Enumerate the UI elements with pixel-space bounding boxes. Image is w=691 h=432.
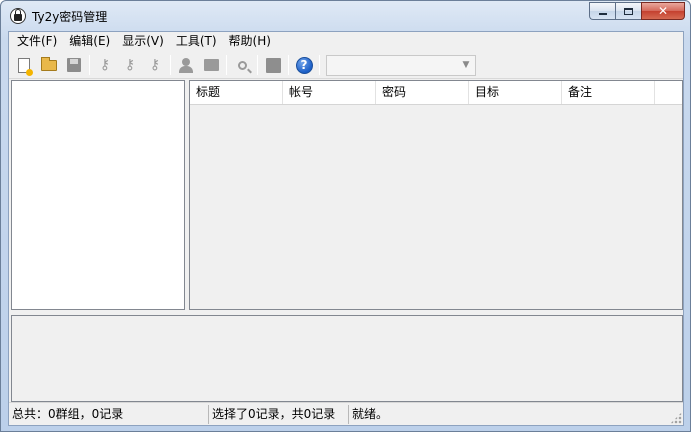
menu-help[interactable]: 帮助(H): [223, 32, 277, 51]
open-folder-icon: [41, 56, 57, 71]
new-button[interactable]: [13, 54, 35, 76]
column-header-target[interactable]: 目标: [469, 81, 562, 104]
status-state: 就绪。: [352, 406, 389, 421]
close-button[interactable]: ✕: [641, 2, 685, 20]
add-key-button[interactable]: ⚷: [94, 54, 116, 76]
window-title: Ty2y密码管理: [32, 10, 108, 24]
edit-key-icon: ⚷: [124, 57, 136, 73]
save-icon: [67, 58, 81, 72]
toolbar-separator: [170, 55, 171, 75]
user-icon: [179, 58, 193, 73]
delete-key-button[interactable]: ⚷: [144, 54, 166, 76]
records-list-panel[interactable]: 标题 帐号 密码 目标 备注: [189, 80, 683, 310]
edit-key-button[interactable]: ⚷: [119, 54, 141, 76]
status-selection: 选择了0记录，共0记录: [209, 404, 349, 424]
new-document-icon: [18, 57, 33, 76]
menu-file[interactable]: 文件(F): [9, 32, 63, 51]
toolbar-separator: [89, 55, 90, 75]
user-button[interactable]: [175, 54, 197, 76]
delete-key-icon: ⚷: [149, 57, 161, 73]
search-combo[interactable]: ▼: [326, 54, 476, 76]
table-header: 标题 帐号 密码 目标 备注: [190, 81, 682, 105]
close-icon: ✕: [657, 4, 669, 18]
search-button[interactable]: [231, 54, 253, 76]
toolbar-separator: [288, 55, 289, 75]
maximize-icon: [624, 7, 633, 15]
window-controls: ✕: [589, 2, 685, 20]
column-header-password[interactable]: 密码: [376, 81, 469, 104]
app-window: Ty2y密码管理 ✕ 文件(F) 编辑(E) 显示(V) 工具(T) 帮助(H)…: [0, 0, 691, 432]
details-panel[interactable]: [11, 315, 683, 402]
stop-icon: [265, 57, 281, 73]
menu-bar: 文件(F) 编辑(E) 显示(V) 工具(T) 帮助(H): [9, 32, 683, 51]
minimize-icon: [598, 13, 607, 15]
status-bar: 总共：0群组，0记录 选择了0记录，共0记录 就绪。: [9, 402, 683, 425]
help-icon: ?: [295, 56, 313, 74]
maximize-button[interactable]: [615, 2, 641, 20]
group-button[interactable]: [200, 54, 222, 76]
minimize-button[interactable]: [589, 2, 615, 20]
toolbar-separator: [257, 55, 258, 75]
add-key-icon: ⚷: [99, 57, 111, 73]
title-bar[interactable]: Ty2y密码管理 ✕: [1, 1, 690, 31]
column-header-title[interactable]: 标题: [190, 81, 283, 104]
search-icon: [237, 60, 247, 70]
status-totals: 总共：0群组，0记录: [9, 404, 209, 424]
toolbar-separator: [226, 55, 227, 75]
menu-edit[interactable]: 编辑(E): [63, 32, 116, 51]
menu-view[interactable]: 显示(V): [116, 32, 170, 51]
save-button[interactable]: [63, 54, 85, 76]
group-folder-icon: [203, 59, 219, 71]
open-button[interactable]: [38, 54, 60, 76]
column-header-account[interactable]: 帐号: [283, 81, 376, 104]
chevron-down-icon[interactable]: ▼: [457, 56, 475, 75]
lock-icon: [10, 8, 26, 24]
help-button[interactable]: ?: [293, 54, 315, 76]
column-header-notes[interactable]: 备注: [562, 81, 655, 104]
group-tree-panel[interactable]: [11, 80, 185, 310]
toolbar: ⚷ ⚷ ⚷ ? ▼: [9, 52, 683, 79]
client-area: 文件(F) 编辑(E) 显示(V) 工具(T) 帮助(H) ⚷ ⚷ ⚷ ? ▼ …: [8, 31, 684, 426]
menu-tools[interactable]: 工具(T): [170, 32, 223, 51]
toolbar-separator: [319, 55, 320, 75]
stop-button[interactable]: [262, 54, 284, 76]
